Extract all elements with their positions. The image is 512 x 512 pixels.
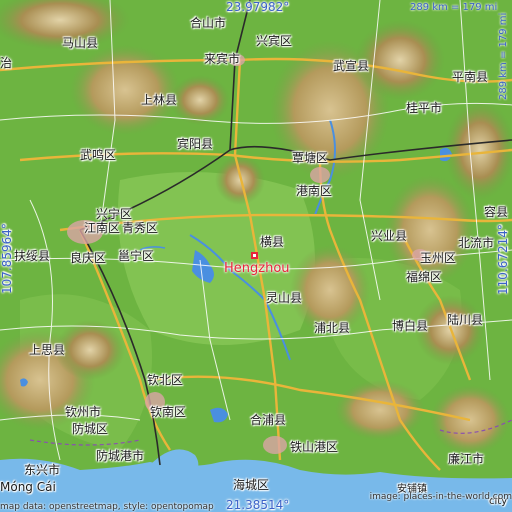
scale-horizontal: 289 km = 179 mi [410,2,498,13]
place-qingxiu-qu: 青秀区 [122,221,159,235]
left-longitude: 107.85964° [0,223,14,294]
place-fangcheng-qu: 防城区 [72,422,109,436]
place-shangsi-xian: 上思县 [29,343,66,357]
place-beiliu-shi: 北流市 [458,236,495,250]
place-dongxing-shi: 东兴市 [24,463,61,477]
place-lingshan-xian: 灵山县 [266,291,303,305]
place-mong-cai: Móng Cái [0,480,56,494]
attribution-right: image: places-in-the-world.com [369,492,512,502]
place-luchuan-xian: 陆川县 [447,313,484,327]
place-hepu-xian: 合浦县 [250,413,287,427]
place-qinnan-qu: 钦南区 [150,405,187,419]
place-pingnan-xian: 平南县 [452,70,489,84]
highlight-label: Hengzhou [224,261,290,276]
place-qinzhou-shi: 钦州市 [65,405,102,419]
place-rong-xian: 容县 [484,205,509,219]
place-heng-xian: 横县 [260,235,285,249]
place-yongning-qu: 邕宁区 [118,249,155,263]
place-zhi: 治 [0,56,13,70]
place-fangchenggang-shi: 防城港市 [96,449,145,463]
bottom-latitude: 21.38514° [226,498,290,512]
topographic-map[interactable]: 合山市 兴宾区 来宾市 马山县 武宣县 平南县 上林县 桂平市 宾阳县 武鸣区 … [0,0,512,512]
place-xingye-xian: 兴业县 [371,229,408,243]
place-heshan-shi: 合山市 [190,16,227,30]
place-bobai-xian: 博白县 [392,319,429,333]
place-xingbin-qu: 兴宾区 [256,34,293,48]
place-yuzhou-qu: 玉州区 [420,251,457,265]
place-xingning-qu: 兴宁区 [96,207,133,221]
place-gangnan-qu: 港南区 [296,184,333,198]
place-wuming-qu: 武鸣区 [80,148,117,162]
place-binyang-xian: 宾阳县 [177,137,214,151]
scale-vertical: 289 km = 179 mi [498,12,509,100]
place-pubei-xian: 浦北县 [314,321,351,335]
top-latitude: 23.97982° [226,0,290,14]
place-tantang-qu: 覃塘区 [292,151,329,165]
place-wuxuan-xian: 武宣县 [333,59,370,73]
place-tieshangang-qu: 铁山港区 [290,440,339,454]
place-lianjiang-shi: 廉江市 [448,452,485,466]
place-guiping-shi: 桂平市 [406,101,443,115]
place-qinbei-qu: 钦北区 [147,373,184,387]
place-liangqing-qu: 良庆区 [70,251,107,265]
attribution-left: map data: openstreetmap, style: opentopo… [0,502,214,512]
right-longitude: 110.67214° [496,224,510,295]
place-laibin-shi: 来宾市 [204,52,241,66]
place-shanglin-xian: 上林县 [141,93,178,107]
place-fusui-xian: 扶绥县 [14,249,51,263]
place-mashan-xian: 马山县 [62,36,99,50]
place-jiangnan-qu: 江南区 [84,221,121,235]
place-haicheng-qu: 海城区 [233,478,270,492]
place-fumian-qu: 福绵区 [406,270,443,284]
location-marker-icon[interactable] [251,252,258,259]
